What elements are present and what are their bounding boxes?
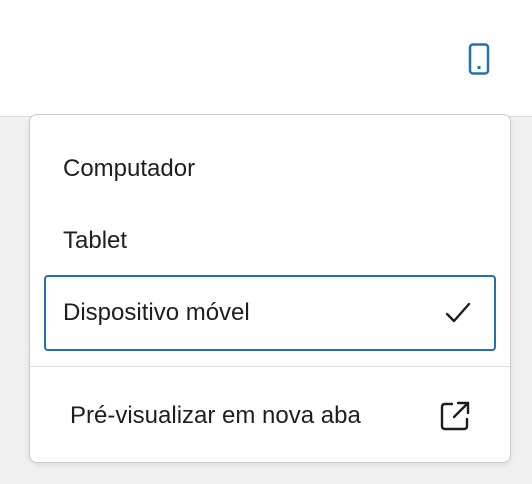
menu-item-label: Dispositivo móvel [63,299,250,326]
menu-item-tablet[interactable]: Tablet [44,203,496,279]
external-link-icon [438,399,472,433]
preview-link-label: Pré-visualizar em nova aba [70,402,361,429]
editor-header [0,0,532,117]
preview-in-new-tab-link[interactable]: Pré-visualizar em nova aba [44,378,496,454]
mobile-phone-icon [468,43,490,75]
device-preview-button[interactable] [458,36,500,82]
checkmark-icon [444,299,472,327]
menu-item-mobile[interactable]: Dispositivo móvel [44,275,496,351]
menu-item-label: Tablet [63,227,128,254]
menu-divider [30,366,510,367]
menu-item-desktop[interactable]: Computador [44,131,496,207]
device-preview-menu: Computador Tablet Dispositivo móvel Pré-… [29,114,511,463]
menu-item-label: Computador [63,155,196,182]
